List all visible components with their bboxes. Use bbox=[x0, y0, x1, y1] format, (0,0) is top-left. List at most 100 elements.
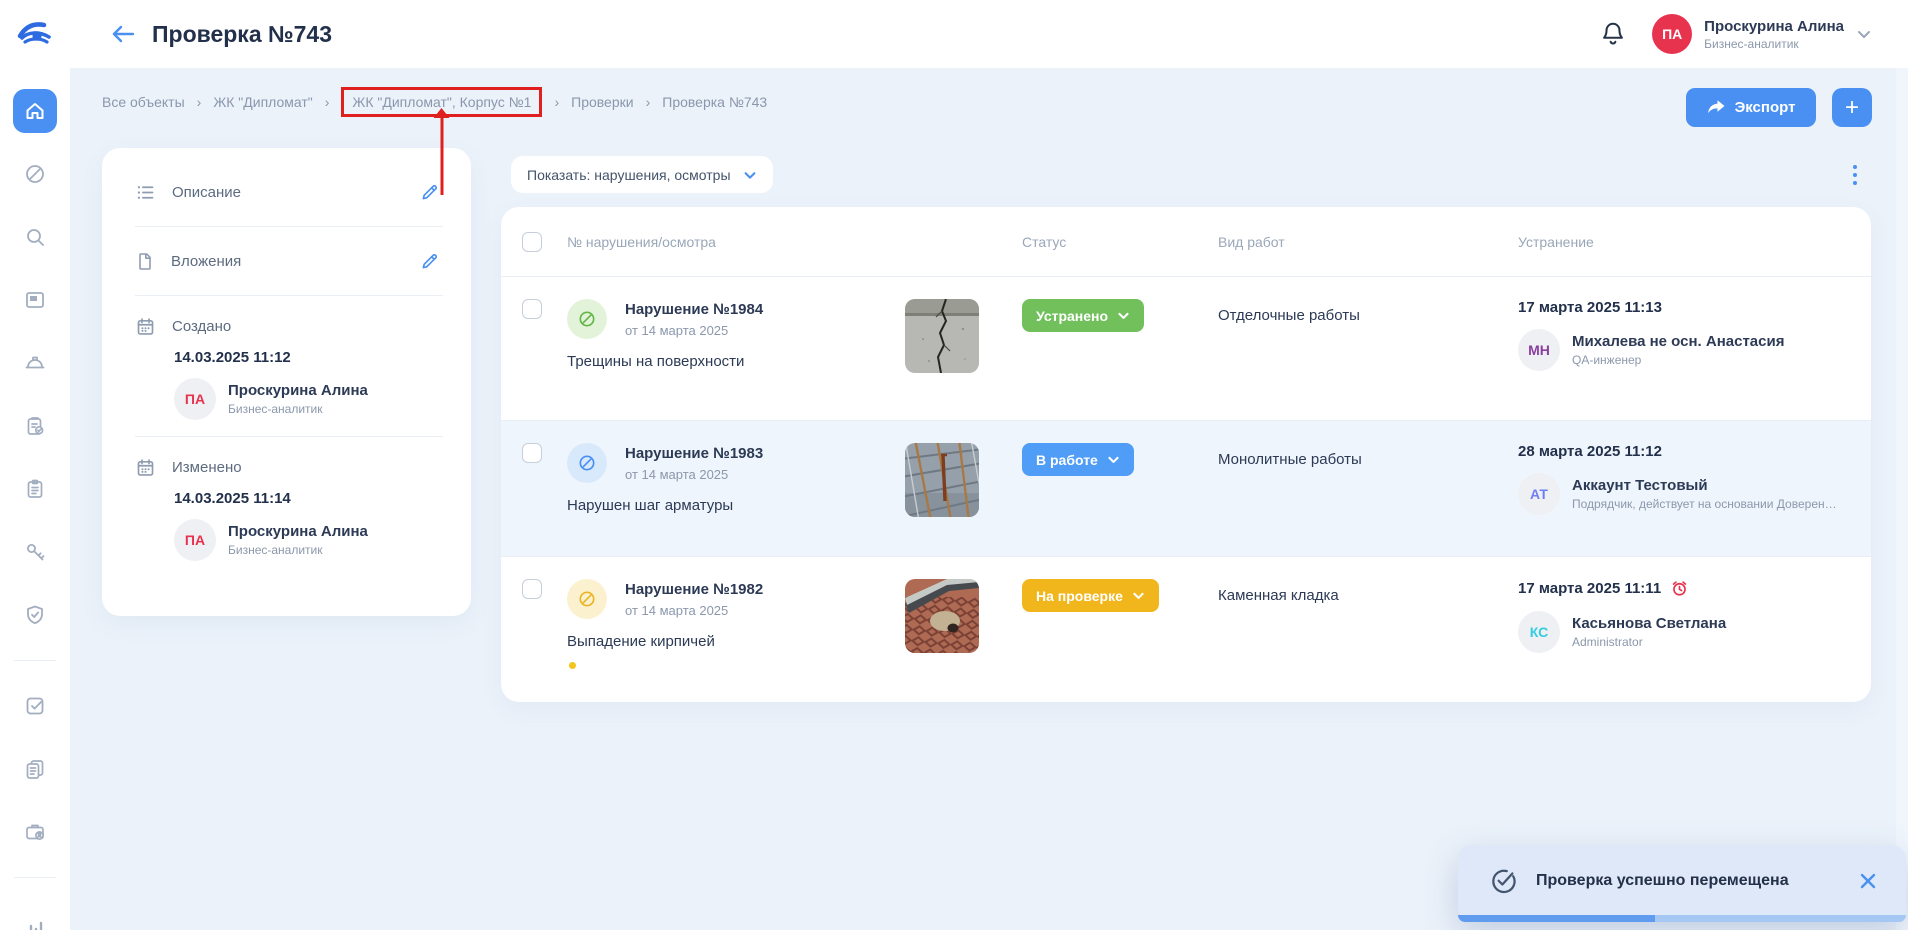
created-section: Создано 14.03.2025 11:12 ПА Проскурина А… bbox=[135, 296, 443, 437]
violation-title[interactable]: Нарушение №1983 bbox=[625, 445, 763, 462]
user-name: Проскурина Алина bbox=[1704, 18, 1844, 35]
status-dropdown[interactable]: Устранено bbox=[1022, 299, 1144, 332]
sidebar-item-ban[interactable] bbox=[13, 152, 57, 196]
modified-label: Изменено bbox=[172, 459, 242, 476]
rebar-photo-thumbnail[interactable] bbox=[905, 443, 979, 517]
key-icon bbox=[23, 540, 47, 564]
edit-description-button[interactable] bbox=[419, 180, 443, 204]
ban-icon bbox=[577, 589, 597, 609]
breadcrumb: Все объекты › ЖК "Дипломат" › ЖК "Диплом… bbox=[102, 84, 767, 120]
sidebar-item-security[interactable] bbox=[13, 593, 57, 637]
show-filter-dropdown[interactable]: Показать: нарушения, осмотры bbox=[511, 156, 773, 193]
column-header-resolution: Устранение bbox=[1518, 234, 1871, 250]
sidebar-item-keys[interactable] bbox=[13, 530, 57, 574]
edit-attachments-button[interactable] bbox=[419, 249, 443, 273]
violation-description: Нарушен шаг арматуры bbox=[567, 497, 905, 514]
chevron-down-icon bbox=[1117, 309, 1130, 322]
hardhat-icon bbox=[23, 351, 47, 375]
violation-row: Нарушение №1982 от 14 марта 2025 Выпаден… bbox=[501, 557, 1871, 702]
sidebar-item-approvals[interactable] bbox=[13, 684, 57, 728]
avatar: ПА bbox=[174, 378, 216, 420]
violation-type-icon bbox=[567, 299, 607, 339]
sidebar-item-tasks[interactable] bbox=[13, 467, 57, 511]
notifications-bell-icon[interactable] bbox=[1600, 19, 1630, 49]
select-all-checkbox[interactable] bbox=[522, 232, 542, 252]
attachments-section: Вложения bbox=[135, 227, 443, 296]
person-role: Бизнес-аналитик bbox=[228, 543, 368, 557]
violation-title[interactable]: Нарушение №1982 bbox=[625, 581, 763, 598]
user-menu[interactable]: ПА Проскурина Алина Бизнес-аналитик bbox=[1652, 14, 1872, 54]
created-label: Создано bbox=[172, 318, 231, 335]
home-icon bbox=[23, 99, 47, 123]
column-header-number: № нарушения/осмотра bbox=[567, 234, 1022, 250]
app-logo-icon[interactable] bbox=[14, 14, 58, 54]
table-header-row: № нарушения/осмотра Статус Вид работ Уст… bbox=[501, 207, 1871, 277]
person-role: Бизнес-аналитик bbox=[228, 402, 368, 416]
description-label: Описание bbox=[172, 184, 241, 201]
bricks-photo-thumbnail[interactable] bbox=[905, 579, 979, 653]
toast-message: Проверка успешно перемещена bbox=[1536, 872, 1840, 890]
violation-date: от 14 марта 2025 bbox=[625, 603, 763, 618]
sidebar-item-documents[interactable] bbox=[13, 747, 57, 791]
sidebar-item-reports[interactable] bbox=[13, 901, 57, 930]
breadcrumb-item-all-objects[interactable]: Все объекты bbox=[102, 94, 185, 110]
sidebar-item-inspections[interactable] bbox=[13, 404, 57, 448]
person-role: Administrator bbox=[1572, 635, 1726, 649]
created-datetime: 14.03.2025 11:12 bbox=[174, 349, 443, 366]
breadcrumb-separator: › bbox=[197, 94, 202, 110]
avatar: КС bbox=[1518, 611, 1560, 653]
sidebar-item-contractors[interactable] bbox=[13, 810, 57, 854]
inspection-info-panel: Описание Вложения Создано 14.03.2025 11:… bbox=[102, 148, 471, 616]
page-title: Проверка №743 bbox=[152, 21, 332, 48]
responsible-user: АТ Аккаунт Тестовый Подрядчик, действует… bbox=[1518, 473, 1871, 515]
clipboard-list-icon bbox=[23, 477, 47, 501]
violation-date: от 14 марта 2025 bbox=[625, 323, 763, 338]
breadcrumb-separator: › bbox=[646, 94, 651, 110]
responsible-user: МН Михалева не осн. Анастасия QA-инженер bbox=[1518, 329, 1871, 371]
sidebar-item-window[interactable] bbox=[13, 278, 57, 322]
violation-title[interactable]: Нарушение №1984 bbox=[625, 301, 763, 318]
status-dropdown[interactable]: В работе bbox=[1022, 443, 1134, 476]
toast-progress-track bbox=[1458, 915, 1906, 922]
breadcrumb-item-complex[interactable]: ЖК "Дипломат" bbox=[213, 94, 312, 110]
export-label: Экспорт bbox=[1735, 99, 1796, 116]
violation-description: Трещины на поверхности bbox=[567, 353, 905, 370]
avatar: ПА bbox=[174, 519, 216, 561]
row-checkbox[interactable] bbox=[522, 579, 542, 599]
person-role: Подрядчик, действует на основании Довере… bbox=[1572, 497, 1837, 511]
violation-date: от 14 марта 2025 bbox=[625, 467, 763, 482]
checkbox-check-icon bbox=[23, 694, 47, 718]
export-button[interactable]: Экспорт bbox=[1686, 88, 1816, 127]
person-name: Аккаунт Тестовый bbox=[1572, 477, 1837, 494]
briefcase-user-icon bbox=[23, 820, 47, 844]
status-dropdown[interactable]: На проверке bbox=[1022, 579, 1159, 612]
sidebar-nav bbox=[0, 68, 70, 930]
breadcrumb-item-inspections[interactable]: Проверки bbox=[571, 94, 633, 110]
work-type: Отделочные работы bbox=[1218, 299, 1518, 420]
scrollbar-gutter[interactable] bbox=[1896, 68, 1908, 930]
row-checkbox[interactable] bbox=[522, 299, 542, 319]
back-button[interactable] bbox=[106, 17, 140, 51]
violation-row: Нарушение №1984 от 14 марта 2025 Трещины… bbox=[501, 277, 1871, 421]
work-type: Монолитные работы bbox=[1218, 443, 1518, 556]
status-label: Устранено bbox=[1036, 308, 1108, 324]
sidebar-item-hardhat[interactable] bbox=[13, 341, 57, 385]
list-icon bbox=[135, 182, 156, 203]
table-menu-kebab-icon[interactable] bbox=[1843, 158, 1867, 192]
share-icon bbox=[1707, 99, 1726, 116]
row-checkbox[interactable] bbox=[522, 443, 542, 463]
resolution-datetime: 28 марта 2025 11:12 bbox=[1518, 443, 1662, 460]
arrow-left-icon bbox=[110, 23, 136, 45]
filter-label: Показать: нарушения, осмотры bbox=[527, 167, 731, 183]
sidebar-item-home[interactable] bbox=[13, 89, 57, 133]
user-role: Бизнес-аналитик bbox=[1704, 37, 1844, 51]
chevron-down-icon bbox=[1132, 589, 1145, 602]
success-toast: Проверка успешно перемещена bbox=[1458, 845, 1906, 922]
crack-photo-thumbnail[interactable] bbox=[905, 299, 979, 373]
sidebar-item-search[interactable] bbox=[13, 215, 57, 259]
breadcrumb-separator: › bbox=[554, 94, 559, 110]
annotation-highlight-box: ЖК "Дипломат", Корпус №1 bbox=[341, 87, 542, 117]
sidebar-divider bbox=[14, 660, 56, 661]
toast-close-icon[interactable] bbox=[1858, 869, 1882, 893]
add-button[interactable]: + bbox=[1832, 88, 1872, 127]
